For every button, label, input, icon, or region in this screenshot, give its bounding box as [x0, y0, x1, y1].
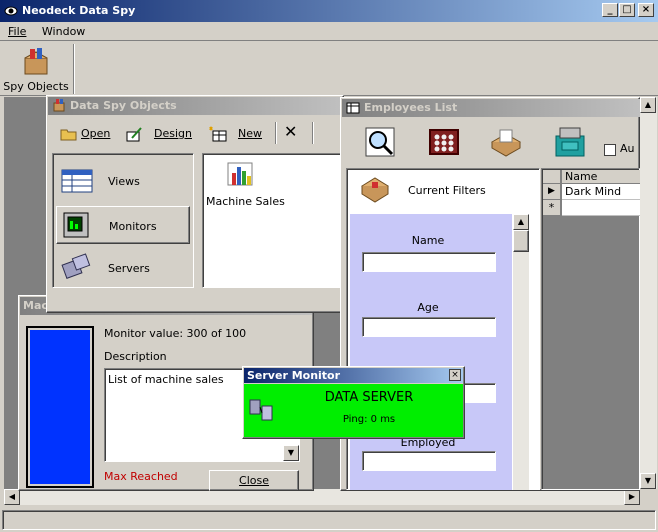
open-label: Open — [81, 127, 111, 140]
card-file-icon — [488, 124, 524, 160]
filter-scroll-up[interactable]: ▲ — [513, 214, 529, 230]
server-monitor-title: Server Monitor — [247, 369, 341, 382]
data-spy-objects-title: Data Spy Objects — [70, 99, 177, 112]
close-button[interactable]: × — [638, 3, 654, 17]
server-icon — [248, 394, 276, 424]
server-monitor-title-bar: Server Monitor — [244, 368, 463, 383]
filter-scroll-thumb[interactable] — [513, 230, 529, 252]
delete-x-icon: ✕ — [284, 122, 298, 141]
app-icon — [4, 4, 18, 18]
new-row-marker: * — [548, 201, 555, 214]
main-title-bar: Neodeck Data Spy — [0, 0, 658, 22]
vertical-scrollbar[interactable] — [640, 97, 657, 489]
employees-grid — [541, 168, 640, 490]
filters-icon — [358, 172, 392, 206]
views-label: Views — [108, 175, 140, 188]
open-folder-icon — [60, 126, 78, 142]
employed-filter-input[interactable] — [362, 451, 496, 471]
servers-label: Servers — [108, 262, 150, 275]
scroll-left-button[interactable]: ◀ — [4, 489, 20, 505]
save-button[interactable] — [552, 124, 588, 160]
employees-list-icon — [346, 101, 360, 115]
grid-cell-name: Dark Mind — [565, 185, 622, 198]
server-monitor-body: DATA SERVER Ping: 0 ms — [244, 384, 463, 437]
grid-header-name-label: Name — [565, 170, 598, 183]
toolbar-sep-1 — [275, 122, 277, 144]
toolbar-divider — [73, 44, 75, 94]
toolbar-sep-2 — [312, 122, 314, 144]
spy-objects-icon — [21, 46, 51, 76]
close-dialog-label: Close — [239, 474, 269, 487]
views-item[interactable]: Views — [56, 160, 190, 202]
grid-new-row-selector[interactable]: * — [543, 200, 561, 216]
delete-button[interactable]: ✕ — [284, 124, 302, 142]
employees-list-title: Employees List — [364, 101, 458, 114]
scroll-right-button[interactable]: ▶ — [624, 489, 640, 505]
servers-icon — [60, 252, 94, 282]
new-label: New — [238, 127, 262, 140]
monitor-level-fill — [30, 330, 90, 484]
design-icon — [126, 126, 144, 142]
current-filters-label: Current Filters — [408, 184, 486, 197]
employees-list-title-bar: Employees List — [342, 99, 640, 117]
register-icon — [552, 124, 588, 160]
machine-sales-chart-icon — [224, 157, 258, 189]
grid-header-name[interactable]: Name — [562, 170, 640, 184]
age-filter-input[interactable] — [362, 317, 496, 337]
current-filters-header: Current Filters — [352, 172, 536, 208]
auto-label: Au — [620, 142, 635, 155]
menu-file[interactable]: File — [8, 25, 26, 38]
scroll-up-button[interactable]: ▲ — [640, 97, 656, 113]
data-spy-objects-title-bar: Data Spy Objects — [48, 97, 342, 115]
horizontal-scrollbar[interactable] — [4, 489, 640, 505]
ping-text: Ping: 0 ms — [342, 414, 396, 425]
maximize-button[interactable]: □ — [619, 3, 635, 17]
menu-bar: File Window — [0, 22, 658, 41]
auto-checkbox[interactable] — [604, 144, 616, 156]
description-text: List of machine sales — [108, 373, 224, 386]
max-reached-text: Max Reached — [104, 470, 178, 483]
monitors-item[interactable]: Monitors — [56, 206, 190, 244]
spy-objects-button[interactable]: Spy Objects — [3, 42, 69, 94]
minimize-button[interactable]: _ — [602, 3, 618, 17]
main-toolbar: Spy Objects — [0, 42, 658, 96]
scroll-down-button[interactable]: ▼ — [640, 473, 656, 489]
grid-row-selector[interactable]: ▶ — [543, 184, 561, 200]
filter-scrollbar[interactable] — [513, 214, 529, 490]
monitor-value-text: Monitor value: 300 of 100 — [104, 327, 247, 340]
servers-item[interactable]: Servers — [56, 248, 190, 288]
close-dialog-button[interactable]: Close — [209, 470, 299, 491]
spy-objects-label: Spy Objects — [3, 80, 69, 93]
magnifier-icon — [362, 124, 398, 160]
description-label: Description — [104, 350, 167, 363]
calculator-button[interactable] — [426, 124, 462, 160]
card-file-button[interactable] — [488, 124, 524, 160]
server-monitor-close-button[interactable]: × — [449, 369, 461, 381]
name-filter-label: Name — [411, 234, 445, 247]
app-title: Neodeck Data Spy — [22, 4, 136, 17]
new-table-icon — [208, 126, 228, 142]
table-row[interactable]: Dark Mind — [562, 184, 640, 200]
grid-new-row[interactable] — [562, 200, 640, 216]
status-bar — [2, 510, 656, 530]
machine-window-title: Mac — [23, 299, 48, 312]
server-name: DATA SERVER — [324, 390, 414, 405]
age-filter-label: Age — [417, 301, 439, 314]
machine-sales-label: Machine Sales — [206, 195, 285, 208]
monitors-icon — [61, 209, 95, 241]
abacus-icon — [426, 124, 462, 160]
views-icon — [60, 166, 94, 196]
machine-sales-item[interactable]: Machine Sales — [204, 157, 285, 213]
monitors-label: Monitors — [109, 220, 157, 233]
description-scroll-down[interactable]: ▼ — [283, 445, 299, 461]
name-filter-input[interactable] — [362, 252, 496, 272]
design-label: Design — [154, 127, 192, 140]
data-spy-objects-icon — [52, 98, 66, 112]
search-button[interactable] — [362, 124, 398, 160]
monitor-level-bar — [26, 326, 94, 488]
menu-window[interactable]: Window — [42, 25, 85, 38]
grid-corner — [543, 170, 561, 184]
